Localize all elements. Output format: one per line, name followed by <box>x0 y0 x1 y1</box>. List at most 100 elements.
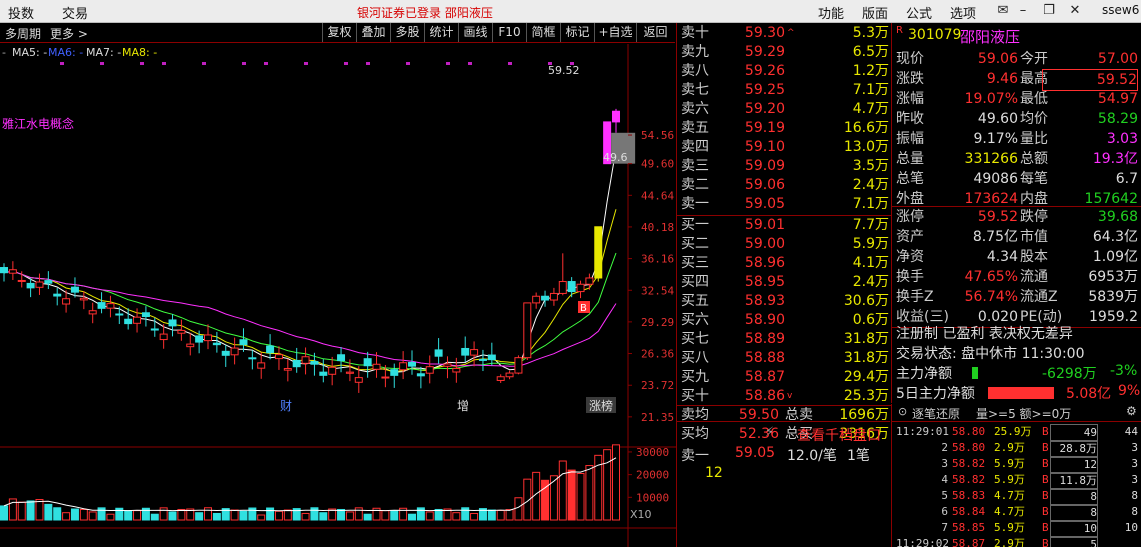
candle-body <box>328 366 337 375</box>
title-bar: 投数 交易 银河证券已登录 邵阳液压 功能 版面 公式 选项 ✉ – ❐ ✕ s… <box>0 0 1141 23</box>
volume-bar <box>461 507 470 521</box>
book-price: 58.86 <box>744 388 785 404</box>
mark-button[interactable]: 标记 <box>560 23 594 42</box>
tick-extra: 3 <box>1131 473 1138 486</box>
book-level-label: 买九 <box>681 369 709 385</box>
book-level-label: 卖一 <box>681 196 709 212</box>
quote-value: 64.3亿 <box>1092 229 1138 245</box>
login-status-alert[interactable]: 银河证券已登录 邵阳液压 <box>357 4 493 21</box>
r-badge: R <box>896 25 903 36</box>
volume-bar <box>168 511 177 521</box>
restore-icon[interactable]: ❐ <box>1036 1 1062 21</box>
f10-button[interactable]: F10 <box>492 23 526 42</box>
tick-time: 5 <box>941 489 948 502</box>
buy-level[interactable]: 买九 58.87 29.4万 <box>677 368 891 387</box>
tick-count: 5 <box>1050 536 1098 547</box>
minimize-icon[interactable]: – <box>1010 1 1036 21</box>
sell-level[interactable]: 卖八 59.26 1.2万 <box>677 62 891 81</box>
book-level-label: 卖八 <box>681 63 709 79</box>
candle-body <box>319 371 328 376</box>
buy-level[interactable]: 买五 58.93 30.6万 <box>677 292 891 311</box>
tick-extra: 44 <box>1124 425 1138 438</box>
candle-body <box>248 357 257 360</box>
tick-volume: 4.7万 <box>994 489 1025 502</box>
tick-extra: 8 <box>1131 505 1138 518</box>
back-button[interactable]: 返回 <box>636 23 674 42</box>
overlay-button[interactable]: 叠加 <box>356 23 390 42</box>
tick-side: B <box>1042 537 1049 547</box>
candle-body <box>434 349 443 357</box>
menu-trade[interactable]: 交易 <box>62 3 88 22</box>
add-watchlist-button[interactable]: +自选 <box>594 23 636 42</box>
buy-level[interactable]: 买十 58.86 v 25.3万 <box>677 387 891 406</box>
kline-chart[interactable]: 30000 20000 10000 54.56 49.60 44.64 40.18 36.1… <box>0 44 676 547</box>
buy-level[interactable]: 买二 59.00 5.9万 <box>677 235 891 254</box>
adjust-button[interactable]: 复权 <box>322 23 356 42</box>
book-level-label: 买三 <box>681 255 709 271</box>
buy-level[interactable]: 买六 58.90 0.6万 <box>677 311 891 330</box>
book-volume: 25.3万 <box>843 388 889 404</box>
candle-body <box>487 354 496 361</box>
volume-bar <box>496 509 505 521</box>
settings-icon[interactable]: ⚙ <box>1126 404 1137 418</box>
quote-label: 涨幅 <box>896 91 924 107</box>
tick-row: 11:29:02 58.87 2.9万 B 5 <box>892 536 1141 547</box>
buy-level[interactable]: 买三 58.96 4.1万 <box>677 254 891 273</box>
sell-level[interactable]: 卖九 59.29 6.5万 <box>677 43 891 62</box>
tick-mode[interactable]: 逐笔还原 <box>912 405 960 422</box>
sell-level[interactable]: 卖二 59.06 2.4万 <box>677 176 891 195</box>
menu-layout[interactable]: 版面 <box>862 3 888 22</box>
stats-button[interactable]: 统计 <box>424 23 458 42</box>
candle-body <box>0 267 8 274</box>
sell-level[interactable]: 卖一 59.05 7.1万 <box>677 195 891 214</box>
menu-investment[interactable]: 投数 <box>8 3 34 22</box>
buy-level[interactable]: 买七 58.89 31.8万 <box>677 330 891 349</box>
quote-value: 6953万 <box>1088 269 1138 285</box>
draw-line-button[interactable]: 画线 <box>458 23 492 42</box>
buy-level[interactable]: 买八 58.88 31.8万 <box>677 349 891 368</box>
tick-extra: 3 <box>1131 441 1138 454</box>
tick-extra: 8 <box>1131 489 1138 502</box>
more-button[interactable]: 更多 > <box>50 25 88 42</box>
candle-body <box>585 277 594 285</box>
quote-row: 振幅 9.17% 量比 3.03 <box>892 129 1141 149</box>
sell-level[interactable]: 卖六 59.20 4.7万 <box>677 100 891 119</box>
volume-bar <box>603 449 612 521</box>
tick-side: B <box>1042 441 1049 454</box>
close-icon[interactable]: ✕ <box>1062 1 1088 21</box>
quote-value: 19.3亿 <box>1092 151 1138 167</box>
buy-level[interactable]: 买四 58.95 2.4万 <box>677 273 891 292</box>
tick-row: 4 58.82 5.9万 B 11.8万 3 <box>892 472 1141 490</box>
sell-level[interactable]: 卖五 59.19 16.6万 <box>677 119 891 138</box>
multi-period-button[interactable]: 多周期 <box>5 25 41 42</box>
tick-row: 5 58.83 4.7万 B 8 8 <box>892 488 1141 506</box>
volume-bar <box>274 510 283 521</box>
vol-tick-label: 10000 <box>636 491 669 504</box>
gap-price-label: 49.6 <box>603 151 628 164</box>
tick-volume: 25.9万 <box>994 425 1032 438</box>
menu-formula[interactable]: 公式 <box>906 3 932 22</box>
book-price: 59.05 <box>744 196 785 212</box>
menu-function[interactable]: 功能 <box>818 3 844 22</box>
tick-price: 58.82 <box>952 457 986 470</box>
candle-body <box>26 282 35 289</box>
book-level-label: 买十 <box>681 388 709 404</box>
candle-body <box>204 334 212 342</box>
tick-extra: 3 <box>1131 457 1138 470</box>
sell-level[interactable]: 卖七 59.25 7.1万 <box>677 81 891 100</box>
book-level-label: 卖五 <box>681 120 709 136</box>
tick-side: B <box>1042 457 1049 470</box>
depth-button[interactable]: 查看千档盘口 <box>797 425 881 445</box>
tick-separator <box>892 421 1141 422</box>
candle-body <box>266 345 275 354</box>
collapse-icon[interactable]: ⊙ <box>898 405 907 418</box>
sell-level[interactable]: 卖四 59.10 13.0万 <box>677 138 891 157</box>
buy-level[interactable]: 买一 59.01 7.7万 <box>677 216 891 235</box>
sell-level[interactable]: 卖十 59.30 ^ 5.3万 <box>677 24 891 43</box>
multi-stock-button[interactable]: 多股 <box>390 23 424 42</box>
menu-options[interactable]: 选项 <box>950 3 976 22</box>
sell-level[interactable]: 卖三 59.09 3.5万 <box>677 157 891 176</box>
tick-filter[interactable]: 量>=5 额>=0万 <box>976 405 1071 422</box>
volume-bar <box>124 510 133 521</box>
simple-frame-button[interactable]: 简框 <box>526 23 560 42</box>
